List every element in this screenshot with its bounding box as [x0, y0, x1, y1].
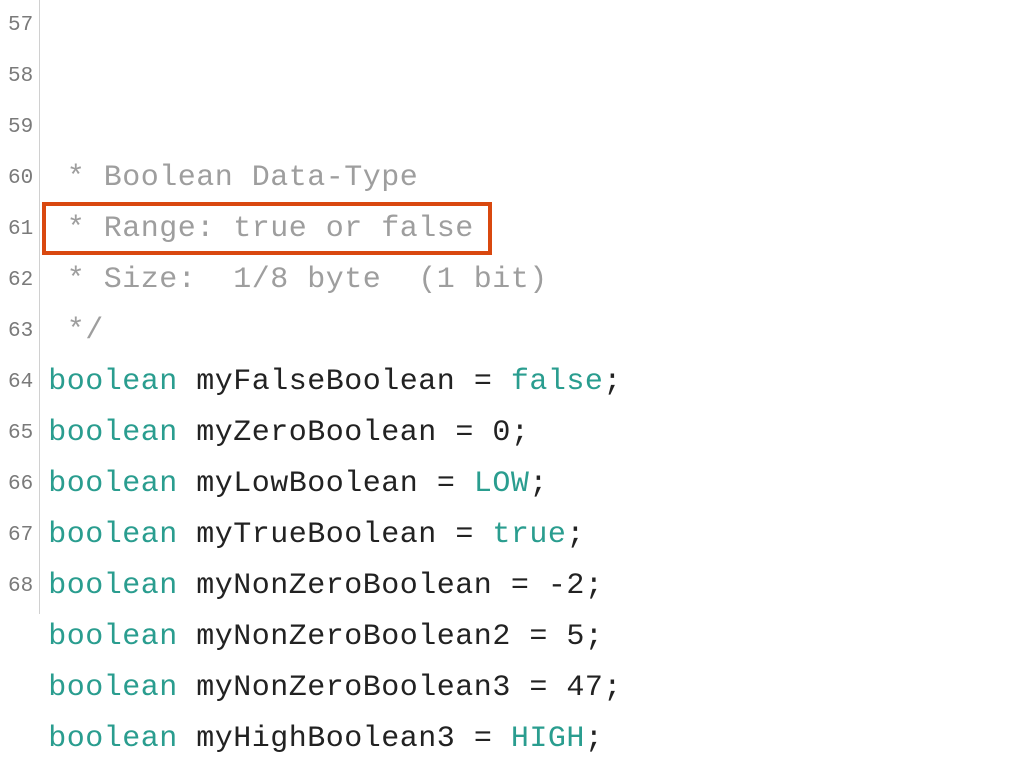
code-token: true — [492, 510, 566, 561]
code-token — [511, 663, 530, 714]
code-token: boolean — [48, 561, 178, 612]
code-token: ; — [603, 357, 622, 408]
code-token: = — [437, 459, 456, 510]
code-token — [178, 510, 197, 561]
code-token — [474, 510, 493, 561]
code-token — [455, 357, 474, 408]
code-token — [178, 714, 197, 765]
code-token: boolean — [48, 408, 178, 459]
line-number-gutter: 575859606162636465666768 — [0, 0, 40, 614]
code-token: myZeroBoolean — [196, 408, 437, 459]
code-token: false — [511, 357, 604, 408]
code-token: 5 — [566, 612, 585, 663]
code-line[interactable]: boolean myNonZeroBoolean2 = 5; — [48, 612, 1024, 663]
code-token — [178, 408, 197, 459]
code-token: boolean — [48, 714, 178, 765]
code-token — [492, 357, 511, 408]
code-token — [455, 459, 474, 510]
code-token: myLowBoolean — [196, 459, 418, 510]
line-number: 68 — [8, 561, 33, 612]
code-token: ; — [585, 561, 604, 612]
code-token: * Boolean Data-Type — [48, 153, 418, 204]
code-token: boolean — [48, 357, 178, 408]
code-token: * Size: 1/8 byte (1 bit) — [48, 255, 548, 306]
code-token: boolean — [48, 510, 178, 561]
code-token: myFalseBoolean — [196, 357, 455, 408]
code-line[interactable]: * Range: true or false — [48, 204, 1024, 255]
code-token: boolean — [48, 612, 178, 663]
code-token — [178, 357, 197, 408]
code-token: */ — [48, 306, 104, 357]
code-token: = — [455, 408, 474, 459]
line-number: 59 — [8, 102, 33, 153]
line-number: 67 — [8, 510, 33, 561]
line-number: 64 — [8, 357, 33, 408]
code-token — [178, 459, 197, 510]
line-number: 62 — [8, 255, 33, 306]
code-token: ; — [603, 663, 622, 714]
code-token: 47 — [566, 663, 603, 714]
line-number: 58 — [8, 51, 33, 102]
code-area[interactable]: * Boolean Data-Type * Range: true or fal… — [40, 0, 1024, 614]
line-number: 60 — [8, 153, 33, 204]
code-token: - — [548, 561, 567, 612]
code-token — [437, 408, 456, 459]
code-token: HIGH — [511, 714, 585, 765]
code-token — [492, 561, 511, 612]
code-line[interactable]: boolean myFalseBoolean = false; — [48, 357, 1024, 408]
code-line[interactable]: */ — [48, 306, 1024, 357]
line-number: 61 — [8, 204, 33, 255]
code-token: boolean — [48, 459, 178, 510]
code-token: ; — [585, 714, 604, 765]
code-token — [178, 561, 197, 612]
code-token: ; — [511, 408, 530, 459]
line-number: 65 — [8, 408, 33, 459]
code-line[interactable]: boolean myHighBoolean3 = HIGH; — [48, 714, 1024, 765]
code-token: myNonZeroBoolean3 — [196, 663, 511, 714]
code-token: 2 — [566, 561, 585, 612]
code-token — [529, 561, 548, 612]
code-token — [437, 510, 456, 561]
code-token: * Range: true or false — [48, 204, 474, 255]
code-token: = — [529, 612, 548, 663]
code-line[interactable]: boolean myNonZeroBoolean3 = 47; — [48, 663, 1024, 714]
code-token: 0 — [492, 408, 511, 459]
line-number: 66 — [8, 459, 33, 510]
code-token: = — [474, 714, 493, 765]
code-token: = — [529, 663, 548, 714]
code-token: myHighBoolean3 — [196, 714, 455, 765]
code-token: = — [511, 561, 530, 612]
code-line[interactable]: * Boolean Data-Type — [48, 153, 1024, 204]
line-number: 57 — [8, 0, 33, 51]
code-token: myTrueBoolean — [196, 510, 437, 561]
code-editor[interactable]: 575859606162636465666768 * Boolean Data-… — [0, 0, 1024, 614]
code-token — [418, 459, 437, 510]
code-token — [511, 612, 530, 663]
code-token — [455, 714, 474, 765]
code-line[interactable]: * Size: 1/8 byte (1 bit) — [48, 255, 1024, 306]
code-token — [178, 663, 197, 714]
code-token — [474, 408, 493, 459]
code-line[interactable]: boolean myNonZeroBoolean = -2; — [48, 561, 1024, 612]
code-token: LOW — [474, 459, 530, 510]
code-token: = — [474, 357, 493, 408]
code-line[interactable]: boolean myZeroBoolean = 0; — [48, 408, 1024, 459]
code-token: ; — [529, 459, 548, 510]
code-line[interactable]: boolean myLowBoolean = LOW; — [48, 459, 1024, 510]
code-token — [492, 714, 511, 765]
code-line[interactable]: boolean myTrueBoolean = true; — [48, 510, 1024, 561]
line-number: 63 — [8, 306, 33, 357]
code-token: boolean — [48, 663, 178, 714]
code-token: ; — [566, 510, 585, 561]
code-token: = — [455, 510, 474, 561]
code-token — [548, 612, 567, 663]
code-token: myNonZeroBoolean2 — [196, 612, 511, 663]
code-token — [548, 663, 567, 714]
code-token: ; — [585, 612, 604, 663]
code-token: myNonZeroBoolean — [196, 561, 492, 612]
code-token — [178, 612, 197, 663]
